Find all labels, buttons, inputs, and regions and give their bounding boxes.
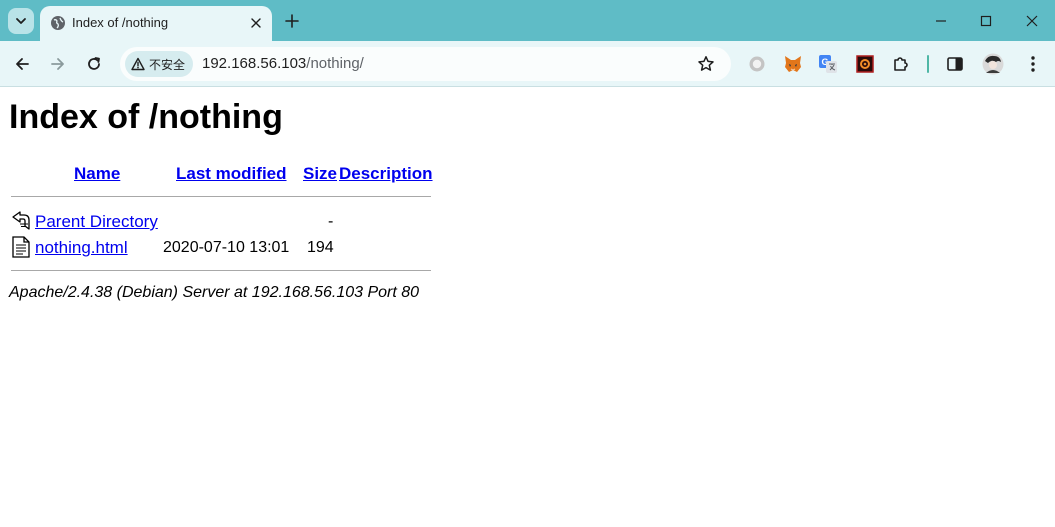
puzzle-icon [894,57,908,71]
translate-extension-button[interactable]: G [817,53,839,75]
back-button[interactable] [8,50,36,78]
row-size: - [328,213,334,230]
table-divider-bottom [11,270,431,271]
tab-strip: Index of /nothing [0,0,1055,41]
side-panel-button[interactable] [944,53,966,75]
table-divider-top [11,196,431,197]
browser-toolbar: 不安全 192.168.56.103/nothing/ G [0,41,1055,87]
extension-button[interactable] [746,53,768,75]
metamask-extension-button[interactable] [782,53,804,75]
row-size: 194 [307,239,334,256]
forward-arrow-icon [51,58,64,70]
side-panel-icon [947,57,963,71]
maximize-button[interactable] [973,8,999,34]
tab-search-button[interactable] [8,8,34,34]
toolbar-divider [927,55,929,73]
minimize-icon [936,20,946,22]
file-link[interactable]: nothing.html [35,238,128,258]
dark-extension-icon [856,55,874,73]
back-arrow-icon [16,58,29,70]
tab-close-button[interactable] [246,13,266,33]
url-text[interactable]: 192.168.56.103/nothing/ [202,55,364,72]
reload-icon [88,57,100,70]
dark-extension-button[interactable] [854,53,876,75]
globe-icon [51,16,65,30]
column-header-size[interactable]: Size [303,164,337,184]
translate-icon: G [819,55,837,73]
chevron-down-icon [16,18,26,24]
tab-active[interactable]: Index of /nothing [40,6,272,41]
close-icon [251,18,261,28]
tab-title: Index of /nothing [72,15,169,30]
avatar[interactable] [981,52,1005,76]
security-indicator[interactable]: 不安全 [125,51,193,77]
close-icon [1026,15,1038,27]
url-host: 192.168.56.103 [202,55,307,72]
parent-directory-link[interactable]: Parent Directory [35,212,158,232]
extensions-menu-button[interactable] [890,53,912,75]
column-header-last-modified[interactable]: Last modified [176,164,287,184]
column-header-description[interactable]: Description [339,164,433,184]
column-header-name[interactable]: Name [74,164,120,184]
maximize-icon [980,15,992,27]
server-signature: Apache/2.4.38 (Debian) Server at 192.168… [9,284,420,301]
chrome-menu-button[interactable] [1022,53,1044,75]
address-bar[interactable]: 不安全 192.168.56.103/nothing/ [120,47,731,81]
security-label: 不安全 [149,57,186,72]
star-icon [698,56,714,71]
bookmark-button[interactable] [696,54,716,74]
url-path: /nothing/ [306,55,364,72]
page-title: Index of /nothing [9,98,283,136]
page-content: Index of /nothing Name Last modified Siz… [0,88,1055,527]
plus-icon [285,14,299,28]
window-close-button[interactable] [1019,8,1045,34]
text-file-icon [12,236,30,258]
reload-button[interactable] [80,50,108,78]
row-last-modified: 2020-07-10 13:01 [163,239,290,256]
forward-button[interactable] [44,50,72,78]
metamask-fox-icon [785,56,801,72]
new-tab-button[interactable] [280,9,304,33]
profile-avatar-icon [982,53,1004,75]
circle-extension-icon [749,56,765,72]
back-folder-icon [12,211,30,230]
warning-triangle-icon [131,57,145,71]
minimize-button[interactable] [928,8,954,34]
kebab-menu-icon [1031,56,1035,72]
